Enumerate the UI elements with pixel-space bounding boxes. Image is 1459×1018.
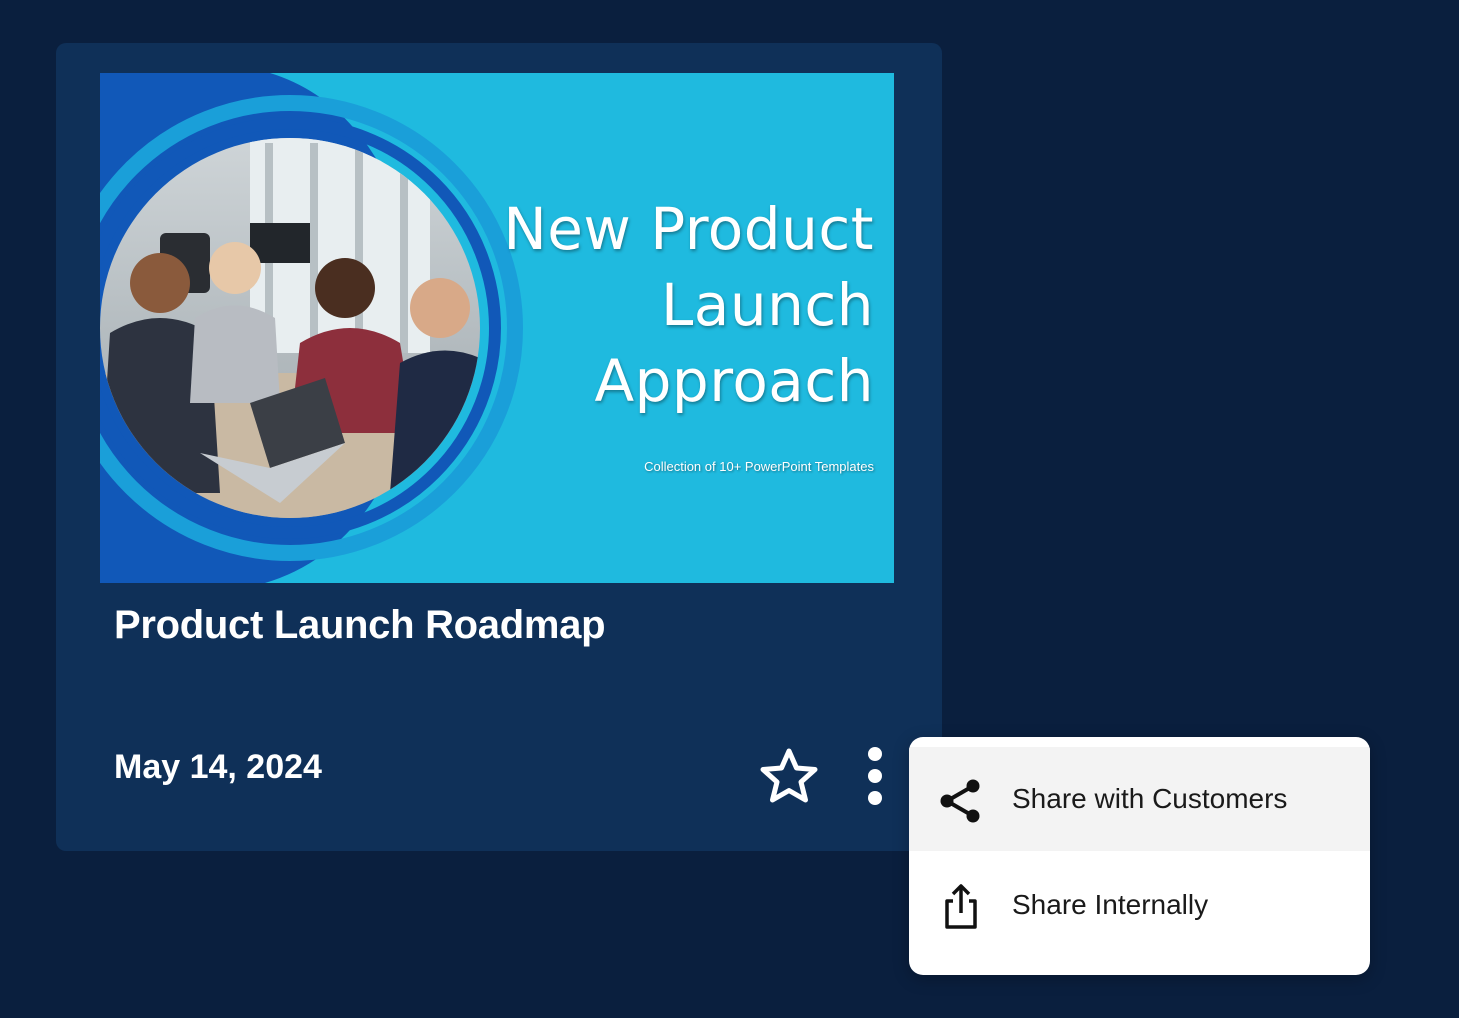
share-menu: Share with Customers Share Internally	[909, 737, 1370, 975]
more-options-button[interactable]	[858, 741, 892, 811]
upload-share-icon	[945, 884, 977, 929]
vertical-ellipsis-icon	[868, 747, 882, 805]
thumbnail-title: New Product Launch Approach	[503, 191, 874, 419]
presentation-card[interactable]: New Product Launch Approach Collection o…	[56, 43, 942, 851]
thumbnail-title-line: Approach	[594, 347, 874, 415]
thumbnail-title-line: New Product	[503, 195, 874, 263]
card-title[interactable]: Product Launch Roadmap	[114, 603, 606, 648]
menu-item-share-internally[interactable]: Share Internally	[909, 853, 1370, 957]
share-icon	[940, 779, 980, 823]
menu-item-share-with-customers[interactable]: Share with Customers	[909, 747, 1370, 851]
presentation-thumbnail[interactable]: New Product Launch Approach Collection o…	[100, 73, 894, 583]
thumbnail-subtitle: Collection of 10+ PowerPoint Templates	[644, 459, 874, 474]
menu-item-label: Share Internally	[1012, 889, 1209, 920]
favorite-button[interactable]	[756, 743, 822, 809]
thumbnail-title-line: Launch	[660, 271, 874, 339]
menu-item-label: Share with Customers	[1012, 783, 1288, 814]
star-outline-icon	[760, 748, 818, 803]
card-date: May 14, 2024	[114, 748, 322, 786]
